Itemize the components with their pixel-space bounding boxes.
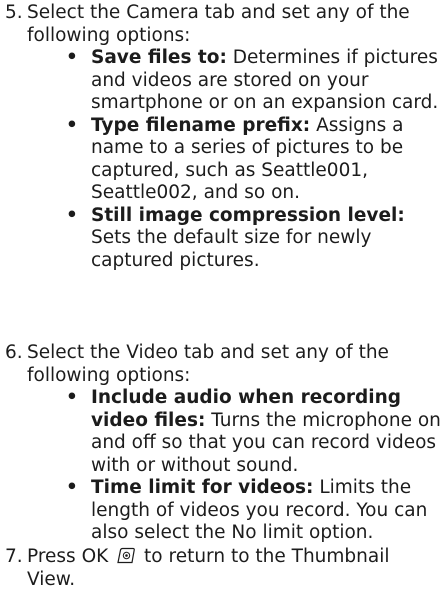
step-5: 5. Select the Camera tab and set any of … [0, 2, 438, 273]
option-list: • Include audio when recording video fil… [27, 387, 441, 545]
option-item-save-files-to: • Save files to: Determines if pictures … [27, 47, 438, 115]
step-7: 7. Press OK to return to the Thumbnail V… [0, 546, 437, 591]
bullet-icon: • [66, 204, 78, 226]
option-item-time-limit: • Time limit for videos: Limits the leng… [27, 477, 437, 545]
option-term: Save files to: [91, 47, 227, 68]
ok-key-icon [116, 547, 136, 564]
step-number: 7. [5, 546, 23, 567]
bullet-icon: • [66, 47, 78, 68]
step-intro: Select the Camera tab and set any of the… [27, 2, 410, 46]
option-list: • Save files to: Determines if pictures … [27, 47, 438, 273]
step-6: 6. Select the Video tab and set any of t… [0, 342, 441, 545]
step-number: 5. [5, 2, 23, 23]
option-term: Time limit for videos: [91, 477, 314, 498]
step-text: Press OK to return to the Thumbnail View… [27, 546, 437, 591]
step-number: 6. [5, 342, 23, 363]
option-term: Still image compression level: [91, 204, 405, 226]
option-description: Sets the default size for newly captured… [91, 227, 372, 271]
step-text-before-icon: Press OK [27, 546, 109, 567]
bullet-icon: • [66, 387, 78, 408]
bullet-icon: • [66, 114, 78, 136]
option-item-still-image-compression: • Still image compression level: Sets th… [27, 205, 437, 273]
option-term: Type filename prefix: [91, 114, 311, 136]
bullet-icon: • [66, 477, 78, 498]
option-item-include-audio: • Include audio when recording video fil… [27, 387, 441, 477]
step-intro: Select the Video tab and set any of the … [27, 342, 389, 386]
option-item-type-filename-prefix: • Type filename prefix: Assigns a name t… [27, 115, 437, 205]
